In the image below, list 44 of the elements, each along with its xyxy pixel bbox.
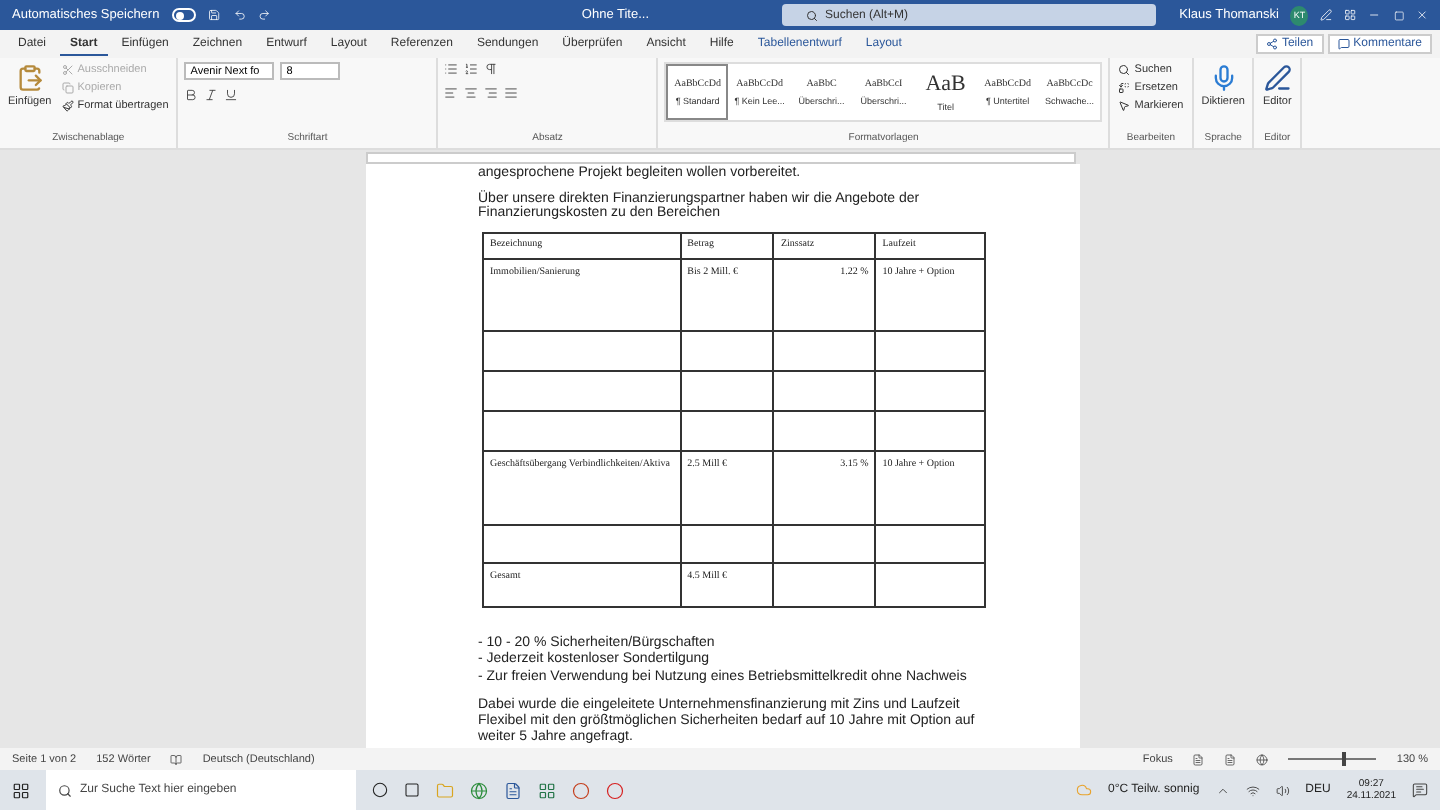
- redo-icon[interactable]: [257, 8, 270, 22]
- search-icon: [58, 783, 72, 797]
- align-right-icon[interactable]: [484, 86, 499, 100]
- share-icon: [1265, 38, 1278, 50]
- search-icon: [1118, 64, 1131, 76]
- minimize-icon[interactable]: [1368, 8, 1382, 22]
- pen-icon: [1263, 64, 1292, 92]
- start-icon[interactable]: [12, 781, 30, 799]
- bullet-list-icon[interactable]: [444, 62, 459, 76]
- search-icon: [805, 9, 818, 21]
- bold-icon[interactable]: [184, 88, 199, 102]
- align-center-icon[interactable]: [464, 86, 479, 100]
- justify-icon[interactable]: [504, 86, 519, 100]
- chevron-up-icon[interactable]: [1215, 783, 1230, 797]
- print-layout-icon[interactable]: [1224, 753, 1237, 765]
- close-icon[interactable]: [1415, 8, 1428, 22]
- volume-icon[interactable]: [1275, 783, 1290, 797]
- autosave-toggle[interactable]: [171, 8, 197, 22]
- copy-icon: [61, 82, 74, 94]
- undo-icon[interactable]: [233, 8, 246, 22]
- microphone-icon: [1209, 64, 1238, 92]
- underline-icon[interactable]: [224, 88, 239, 102]
- pen-icon[interactable]: [1320, 8, 1333, 22]
- pilcrow-icon[interactable]: [484, 62, 499, 76]
- word-app-icon[interactable]: [504, 781, 522, 799]
- zoom-thumb[interactable]: [1341, 752, 1346, 766]
- save-icon[interactable]: [208, 8, 222, 22]
- numbered-list-icon[interactable]: [464, 62, 479, 76]
- align-left-icon[interactable]: [444, 86, 459, 100]
- read-mode-icon[interactable]: [1192, 753, 1205, 765]
- paintbrush-icon: [61, 100, 74, 112]
- browser-icon[interactable]: [470, 781, 488, 799]
- notifications-icon[interactable]: [1412, 782, 1428, 798]
- web-layout-icon[interactable]: [1256, 753, 1269, 765]
- comment-icon: [1337, 38, 1350, 50]
- task-view-icon[interactable]: [404, 782, 420, 798]
- restore-icon[interactable]: [1393, 9, 1404, 21]
- network-icon[interactable]: [1245, 783, 1260, 797]
- cursor-icon: [1118, 100, 1131, 112]
- ribbon-options-icon[interactable]: [1344, 8, 1357, 22]
- italic-icon[interactable]: [204, 88, 219, 102]
- clipboard-icon: [15, 64, 44, 92]
- scissors-icon: [61, 64, 74, 76]
- proofing-icon[interactable]: [170, 753, 183, 765]
